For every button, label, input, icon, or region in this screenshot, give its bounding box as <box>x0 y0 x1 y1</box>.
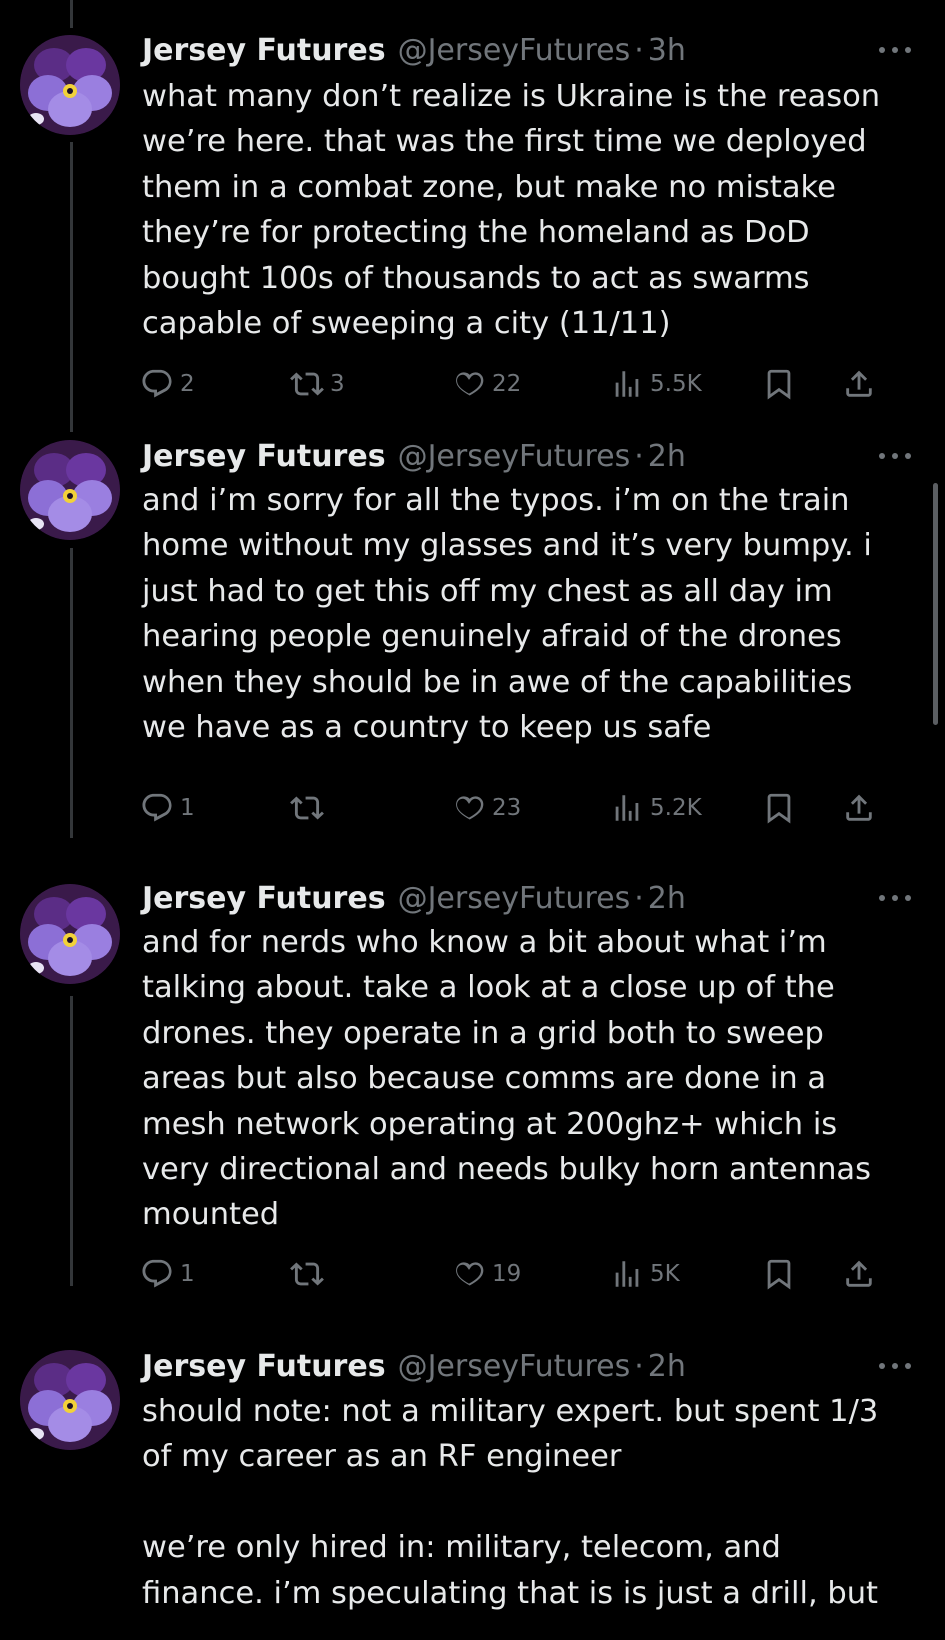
separator-dot: · <box>634 32 644 68</box>
like-button[interactable]: 19 <box>452 1254 521 1294</box>
reply-icon <box>140 1257 174 1291</box>
reply-icon <box>140 791 174 825</box>
author-handle[interactable]: @JerseyFutures <box>398 33 631 68</box>
pansy-avatar-image <box>20 1350 120 1450</box>
view-count: 5.2K <box>650 795 702 821</box>
heart-icon <box>452 791 486 825</box>
avatar[interactable] <box>20 440 120 540</box>
reply-count: 1 <box>180 795 195 821</box>
tweet-header: Jersey Futures @JerseyFutures · 2h <box>142 876 686 920</box>
reply-button[interactable]: 1 <box>140 1254 195 1294</box>
pansy-avatar-image <box>20 35 120 135</box>
author-handle[interactable]: @JerseyFutures <box>398 439 631 474</box>
views-bar-chart-icon <box>610 367 644 401</box>
tweet-text: what many don’t realize is Ukraine is th… <box>142 79 881 342</box>
author-handle[interactable]: @JerseyFutures <box>398 1349 631 1384</box>
scrollbar[interactable] <box>933 483 938 725</box>
share-icon <box>842 791 876 825</box>
more-options-icon[interactable] <box>875 36 915 64</box>
reply-button[interactable]: 2 <box>140 364 195 404</box>
timestamp[interactable]: 2h <box>648 439 686 474</box>
repost-button[interactable]: 3 <box>290 364 345 404</box>
thread-line-2 <box>70 142 73 432</box>
pansy-avatar-image <box>20 440 120 540</box>
bookmark-icon <box>762 367 796 401</box>
share-button[interactable] <box>842 1254 876 1294</box>
like-button[interactable]: 22 <box>452 364 521 404</box>
views-button[interactable]: 5K <box>610 1254 680 1294</box>
tweet-header: Jersey Futures @JerseyFutures · 2h <box>142 1344 686 1388</box>
author-name[interactable]: Jersey Futures <box>142 1349 386 1384</box>
view-count: 5K <box>650 1261 680 1287</box>
author-name[interactable]: Jersey Futures <box>142 881 386 916</box>
like-button[interactable]: 23 <box>452 788 521 828</box>
bookmark-icon <box>762 791 796 825</box>
action-bar: 1 23 5.2K <box>140 788 920 828</box>
reply-icon <box>140 367 174 401</box>
more-options-icon[interactable] <box>875 442 915 470</box>
repost-icon <box>290 1257 324 1291</box>
author-handle[interactable]: @JerseyFutures <box>398 881 631 916</box>
heart-icon <box>452 367 486 401</box>
action-bar: 2 3 22 5.5K <box>140 364 920 404</box>
timestamp[interactable]: 2h <box>648 1349 686 1384</box>
like-count: 23 <box>492 795 522 821</box>
thread-line-4 <box>70 996 73 1286</box>
views-button[interactable]: 5.5K <box>610 364 702 404</box>
separator-dot: · <box>634 1348 644 1384</box>
author-name[interactable]: Jersey Futures <box>142 439 386 474</box>
author-name[interactable]: Jersey Futures <box>142 33 386 68</box>
thread-line-3 <box>70 548 73 838</box>
repost-count: 3 <box>330 371 345 397</box>
avatar[interactable] <box>20 884 120 984</box>
reply-count: 2 <box>180 371 195 397</box>
view-count: 5.5K <box>650 371 702 397</box>
bookmark-icon <box>762 1257 796 1291</box>
tweet-text: and for nerds who know a bit about what … <box>142 925 871 1233</box>
heart-icon <box>452 1257 486 1291</box>
tweet-header: Jersey Futures @JerseyFutures · 3h <box>142 28 686 72</box>
timestamp[interactable]: 3h <box>648 33 686 68</box>
views-bar-chart-icon <box>610 1257 644 1291</box>
reply-button[interactable]: 1 <box>140 788 195 828</box>
repost-button[interactable] <box>290 788 330 828</box>
views-bar-chart-icon <box>610 791 644 825</box>
share-button[interactable] <box>842 364 876 404</box>
avatar[interactable] <box>20 1350 120 1450</box>
tweet-header: Jersey Futures @JerseyFutures · 2h <box>142 434 686 478</box>
tweet-text: should note: not a military expert. but … <box>142 1394 879 1611</box>
separator-dot: · <box>634 438 644 474</box>
bookmark-button[interactable] <box>762 1254 796 1294</box>
avatar[interactable] <box>20 35 120 135</box>
timestamp[interactable]: 2h <box>648 881 686 916</box>
thread-line-1 <box>70 0 73 28</box>
share-icon <box>842 1257 876 1291</box>
bookmark-button[interactable] <box>762 788 796 828</box>
repost-icon <box>290 367 324 401</box>
separator-dot: · <box>634 880 644 916</box>
more-options-icon[interactable] <box>875 1352 915 1380</box>
share-button[interactable] <box>842 788 876 828</box>
action-bar: 1 19 5K <box>140 1254 920 1294</box>
bookmark-button[interactable] <box>762 364 796 404</box>
reply-count: 1 <box>180 1261 195 1287</box>
views-button[interactable]: 5.2K <box>610 788 702 828</box>
like-count: 22 <box>492 371 522 397</box>
share-icon <box>842 367 876 401</box>
repost-button[interactable] <box>290 1254 330 1294</box>
more-options-icon[interactable] <box>875 884 915 912</box>
pansy-avatar-image <box>20 884 120 984</box>
tweet-text: and i’m sorry for all the typos. i’m on … <box>142 483 872 746</box>
repost-icon <box>290 791 324 825</box>
like-count: 19 <box>492 1261 522 1287</box>
